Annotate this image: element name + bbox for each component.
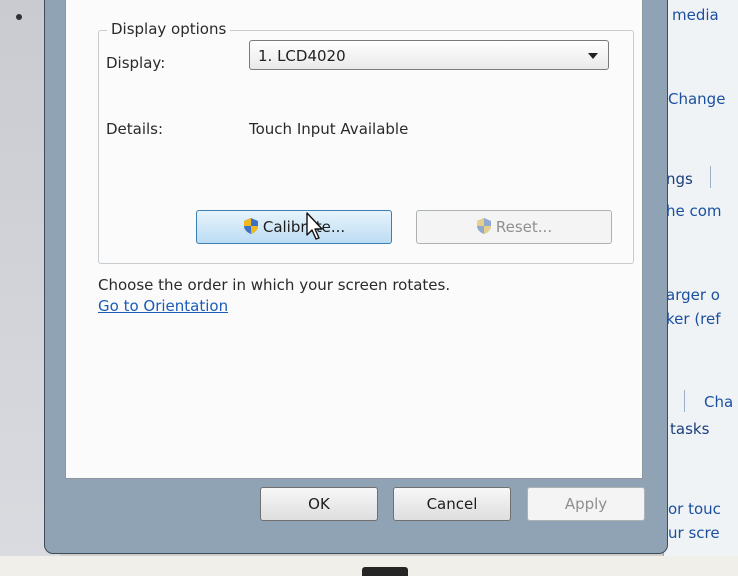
bg-text-9[interactable]: or touc: [668, 500, 721, 518]
background-control-panel: media Change ngs he com arger o ker (ref…: [663, 0, 738, 560]
bg-text-2[interactable]: Change: [668, 90, 725, 108]
chevron-down-icon[interactable]: [588, 53, 598, 59]
bg-text-8[interactable]: tasks: [670, 420, 709, 438]
bg-text-1[interactable]: media: [672, 6, 719, 24]
bg-text-4[interactable]: he com: [666, 202, 722, 220]
cancel-button[interactable]: Cancel: [393, 487, 511, 521]
apply-button[interactable]: Apply: [527, 487, 645, 521]
bg-text-3[interactable]: ngs: [666, 170, 693, 188]
bg-separator: [684, 390, 685, 412]
ok-button-label: OK: [308, 495, 330, 513]
display-select-value: 1. LCD4020: [258, 47, 346, 65]
bg-text-7[interactable]: Cha: [704, 393, 733, 411]
bullet-dot: [16, 14, 22, 20]
calibrate-button-label: Calibrate...: [262, 218, 346, 236]
bg-text-6[interactable]: ker (ref: [666, 310, 721, 328]
group-title: Display options: [107, 20, 231, 38]
bg-text-10[interactable]: ur scre: [668, 524, 720, 542]
reset-button-label: Reset...: [495, 218, 553, 236]
details-value: Touch Input Available: [249, 120, 409, 138]
uac-shield-icon: [476, 218, 491, 234]
orientation-link[interactable]: Go to Orientation: [98, 297, 228, 315]
uac-shield-icon: [243, 218, 258, 234]
display-select[interactable]: 1. LCD4020: [249, 40, 609, 70]
tablet-pc-settings-dialog: Display options Display: 1. LCD4020 Deta…: [44, 0, 668, 554]
reset-button[interactable]: Reset...: [416, 210, 612, 244]
mouse-pointer-icon: [306, 212, 323, 240]
orientation-text: Choose the order in which your screen ro…: [98, 276, 451, 294]
bg-separator: [710, 166, 711, 188]
details-label: Details:: [106, 120, 164, 138]
bottom-notch: [362, 567, 408, 576]
cancel-button-label: Cancel: [426, 495, 478, 513]
apply-button-label: Apply: [564, 495, 608, 513]
ok-button[interactable]: OK: [260, 487, 378, 521]
calibrate-button[interactable]: Calibrate...: [196, 210, 392, 244]
bg-text-5[interactable]: arger o: [666, 286, 720, 304]
display-label: Display:: [106, 54, 166, 72]
dialog-content: Display options Display: 1. LCD4020 Deta…: [65, 0, 643, 479]
